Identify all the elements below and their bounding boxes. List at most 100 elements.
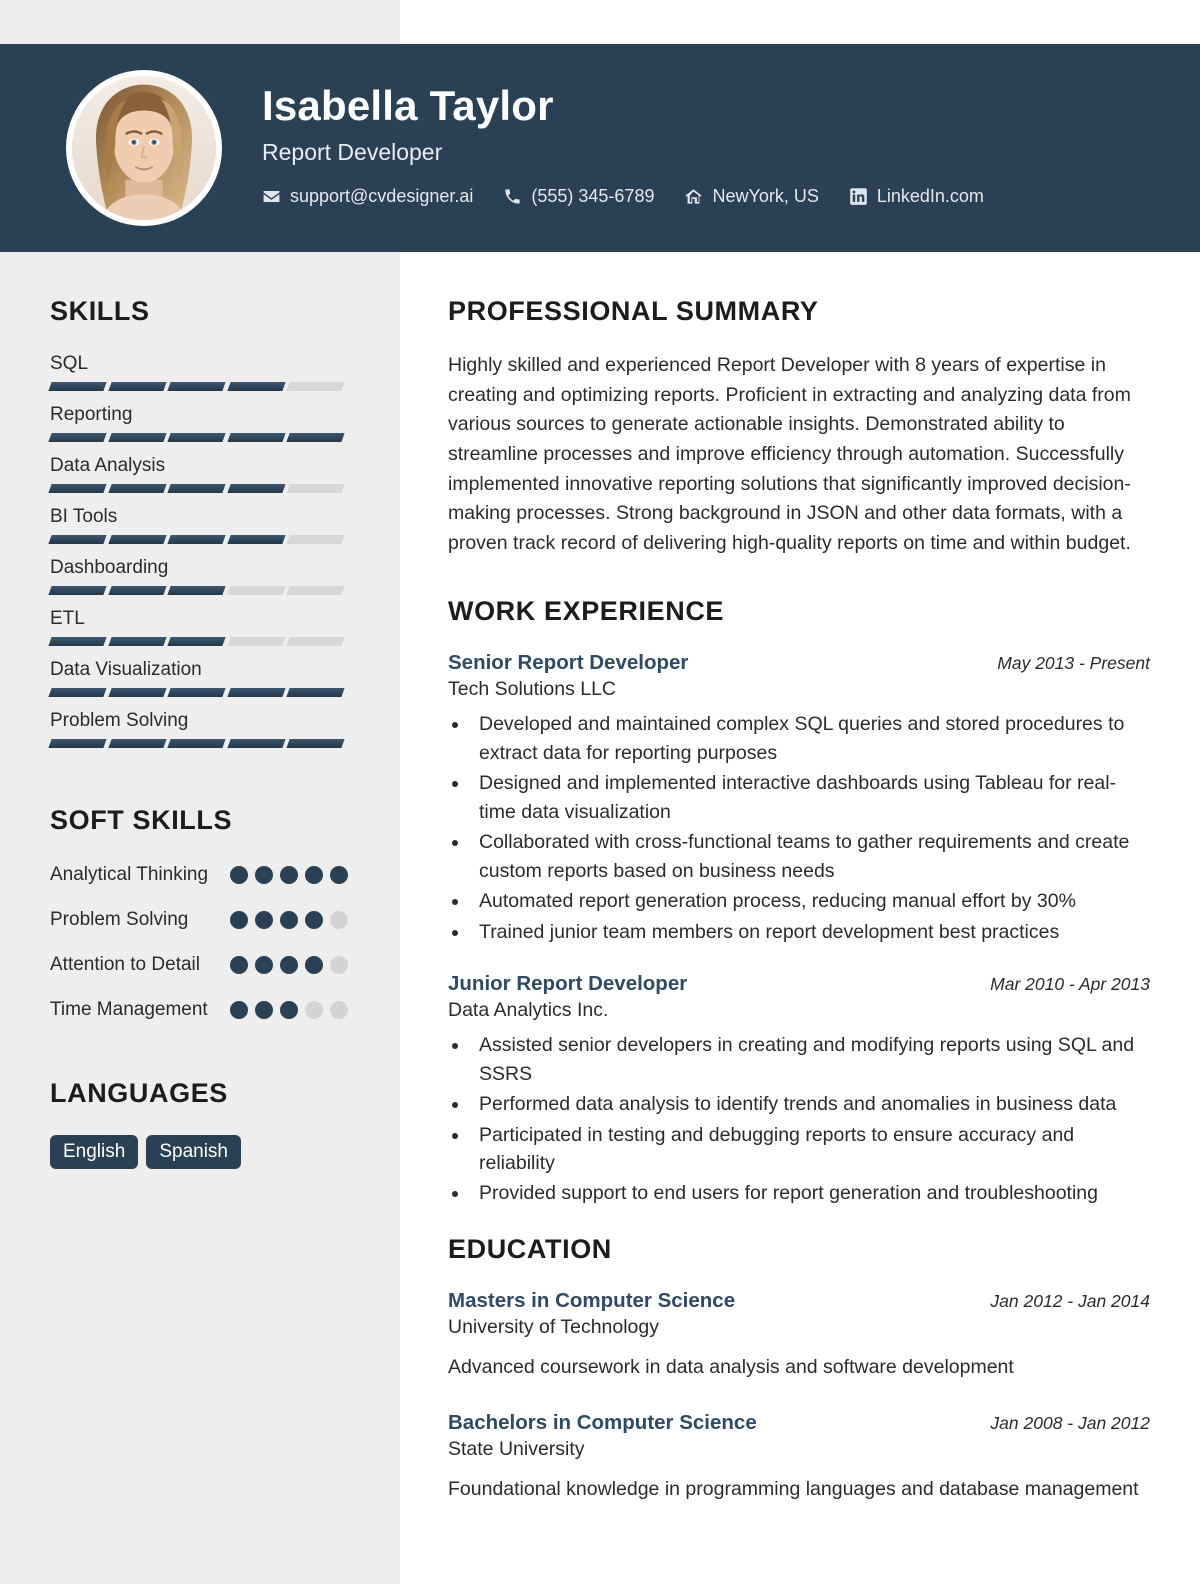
experience-company: Data Analytics Inc.: [448, 999, 609, 1022]
skill-bar-segment: [286, 586, 345, 595]
skill-name: BI Tools: [50, 506, 118, 527]
rating-dot: [305, 866, 323, 884]
sidebar-skills-title: SKILLS: [50, 296, 150, 326]
soft-skill-item: Problem Solving: [50, 907, 348, 941]
soft-skill-rating: [230, 997, 348, 1019]
envelope-icon: [262, 187, 281, 206]
candidate-name: Isabella Taylor: [262, 81, 554, 129]
skill-name: ETL: [50, 608, 85, 629]
education-entry-header: Masters in Computer Science Jan 2012 - Ja…: [448, 1289, 1150, 1313]
header-text-block: Isabella Taylor Report Developer support…: [262, 81, 984, 213]
skill-bar-segment: [286, 637, 345, 646]
skill-name: Reporting: [50, 404, 133, 425]
experience-bullet: Designed and implemented interactive das…: [470, 769, 1150, 826]
sidebar-top-extension: [0, 0, 400, 44]
experience-bullet: Participated in testing and debugging re…: [470, 1121, 1150, 1178]
rating-dot: [305, 911, 323, 929]
soft-skill-item: Analytical Thinking: [50, 862, 348, 896]
experience-bullet: Automated report generation process, red…: [470, 887, 1150, 915]
skill-bar-segment: [227, 739, 286, 748]
rating-dot: [330, 1001, 348, 1019]
skill-bar-segment: [227, 484, 286, 493]
skill-bar-segment: [107, 637, 166, 646]
rating-dot: [280, 1001, 298, 1019]
skill-bar-segment: [167, 535, 226, 544]
skill-name: SQL: [50, 353, 89, 374]
rating-dot: [330, 911, 348, 929]
rating-dot: [230, 1001, 248, 1019]
contact-linkedin-text: LinkedIn.com: [876, 186, 984, 207]
work-experience-title: WORK EXPERIENCE: [448, 596, 725, 627]
skill-bar-segment: [167, 433, 226, 442]
skill-bar-segment: [227, 535, 286, 544]
skill-item: Data Visualization: [48, 659, 348, 697]
page-top-margin: [0, 0, 1200, 44]
education-entry: Masters in Computer Science Jan 2012 - Ja…: [448, 1289, 1150, 1381]
skill-item: SQL: [48, 353, 348, 391]
contact-location-text: NewYork, US: [712, 186, 819, 207]
skill-item: Problem Solving: [48, 710, 348, 748]
resume-header: Isabella Taylor Report Developer support…: [0, 44, 1200, 252]
education-list: Masters in Computer Science Jan 2012 - Ja…: [448, 1289, 1150, 1504]
rating-dot: [255, 866, 273, 884]
skill-bar-segment: [227, 637, 286, 646]
skill-bar-segment: [286, 535, 345, 544]
rating-dot: [255, 956, 273, 974]
language-pill: English: [50, 1135, 139, 1169]
skill-name: Problem Solving: [50, 710, 189, 731]
rating-dot: [305, 1001, 323, 1019]
rating-dot: [330, 956, 348, 974]
skill-bar-segment: [286, 688, 345, 697]
soft-skill-name: Problem Solving: [50, 909, 189, 930]
education-entry-header: Bachelors in Computer Science Jan 2008 - …: [448, 1411, 1150, 1435]
soft-skill-item: Attention to Detail: [50, 952, 348, 986]
skill-bar-segment: [286, 382, 345, 391]
skill-bar-segment: [167, 637, 226, 646]
experience-bullet-list: Developed and maintained complex SQL que…: [470, 710, 1150, 946]
soft-skill-name: Time Management: [50, 999, 208, 1020]
skill-bar-segment: [227, 586, 286, 595]
education-date-range: Jan 2008 - Jan 2012: [990, 1413, 1150, 1434]
rating-dot: [230, 866, 248, 884]
skill-bar-segment: [107, 586, 166, 595]
experience-bullet: Assisted senior developers in creating a…: [470, 1031, 1150, 1088]
rating-dot: [230, 956, 248, 974]
skill-name: Dashboarding: [50, 557, 169, 578]
soft-skill-name: Analytical Thinking: [50, 864, 209, 885]
skill-name: Data Analysis: [50, 455, 166, 476]
skill-level-bar: [48, 382, 345, 391]
contact-list: support@cvdesigner.ai (555) 345-6789 New…: [262, 186, 984, 207]
skill-bar-segment: [48, 382, 107, 391]
skill-name: Data Visualization: [50, 659, 202, 680]
skill-bar-segment: [167, 586, 226, 595]
skill-level-bar: [48, 484, 345, 493]
phone-icon: [503, 187, 522, 206]
skill-bar-segment: [107, 382, 166, 391]
skill-bar-segment: [107, 739, 166, 748]
contact-phone-text: (555) 345-6789: [531, 186, 655, 207]
main-column: PROFESSIONAL SUMMARY Highly skilled and …: [400, 252, 1200, 1584]
skill-level-bar: [48, 739, 345, 748]
experience-bullet: Collaborated with cross-functional teams…: [470, 828, 1150, 885]
skill-bar-segment: [286, 739, 345, 748]
contact-location: NewYork, US: [684, 186, 819, 207]
experience-job-title: Junior Report Developer: [448, 972, 688, 996]
skill-level-bar: [48, 433, 345, 442]
experience-bullet: Trained junior team members on report de…: [470, 918, 1150, 946]
sidebar-languages-title: LANGUAGES: [50, 1078, 228, 1108]
rating-dot: [230, 911, 248, 929]
skill-bar-segment: [48, 433, 107, 442]
linkedin-icon: [849, 187, 868, 206]
contact-phone[interactable]: (555) 345-6789: [503, 186, 654, 207]
experience-bullet-list: Assisted senior developers in creating a…: [470, 1031, 1150, 1208]
skill-bar-segment: [48, 688, 107, 697]
rating-dot: [280, 911, 298, 929]
soft-skill-rating: [230, 862, 348, 884]
languages-list: English Spanish: [50, 1135, 348, 1169]
contact-email[interactable]: support@cvdesigner.ai: [262, 186, 473, 207]
contact-linkedin[interactable]: LinkedIn.com: [849, 186, 984, 207]
skill-bar-segment: [48, 586, 107, 595]
candidate-role: Report Developer: [262, 139, 443, 166]
education-title: EDUCATION: [448, 1233, 612, 1264]
